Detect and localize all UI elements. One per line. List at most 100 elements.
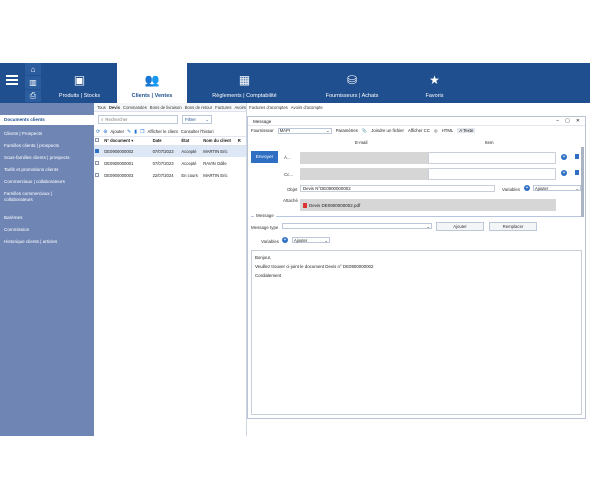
tab-devis[interactable]: Devis: [109, 105, 120, 110]
module-favoris[interactable]: ★ Favoris: [402, 63, 467, 103]
row-checkbox[interactable]: [94, 157, 103, 169]
column-header[interactable]: Date: [151, 137, 181, 146]
sidebar-item-baremes[interactable]: Barèmes: [0, 215, 94, 221]
body-variables-select[interactable]: Ajouter ⌄: [292, 237, 330, 243]
ajouter-button[interactable]: Ajouter: [436, 222, 484, 231]
tab-avoirs[interactable]: Avoirs: [234, 105, 246, 110]
add-icon[interactable]: ⊕: [103, 129, 107, 135]
cell-etat: Accepté: [181, 160, 197, 166]
print-icon[interactable]: ⎙: [25, 90, 41, 103]
sidebar-item-tarifs-promotions[interactable]: Tarifs et promotions clients: [0, 167, 94, 173]
objet-input[interactable]: Devis N°DE0900000002: [300, 185, 495, 192]
tab-tous[interactable]: Tous: [97, 105, 106, 110]
stats-icon[interactable]: ▥: [25, 76, 41, 90]
text-toggle[interactable]: A Texte: [457, 128, 476, 133]
scrollbar[interactable]: [581, 147, 584, 217]
add-button[interactable]: Ajouter: [110, 129, 124, 134]
sidebar-item-commerciaux[interactable]: Commerciaux | collaborateurs: [0, 179, 94, 185]
module-label: Règlements | Comptabilité: [212, 93, 277, 99]
column-header[interactable]: État: [180, 137, 203, 146]
row-checkbox[interactable]: [94, 169, 103, 181]
sidebar-item-clients-prospects[interactable]: Clients | Prospects: [0, 131, 94, 137]
tab-commandes[interactable]: Commandes: [123, 105, 147, 110]
add-recipient-icon[interactable]: +: [561, 154, 567, 160]
html-toggle[interactable]: HTML: [442, 128, 454, 133]
paperclip-icon: 📎: [361, 127, 368, 133]
sidebar-item-historique[interactable]: Historique clients | articles: [0, 239, 94, 245]
message-type-select[interactable]: ⌄: [282, 223, 432, 229]
trash-icon[interactable]: [575, 154, 579, 159]
module-clients-ventes[interactable]: 👥 Clients | Ventes: [117, 63, 187, 103]
body-line: Bonjour,: [255, 255, 272, 260]
to-item-field[interactable]: [428, 152, 556, 164]
send-button[interactable]: Envoyer: [251, 151, 278, 163]
parametres-button[interactable]: Paramètres: [336, 128, 358, 133]
message-body-editor[interactable]: Bonjour, Veuillez trouver ci-joint le do…: [251, 250, 582, 415]
edit-icon[interactable]: ✎: [127, 129, 131, 135]
cc-email-field[interactable]: [300, 168, 428, 180]
column-header[interactable]: R: [236, 137, 246, 146]
attach-file-button[interactable]: Joindre un fichier: [371, 128, 404, 133]
sidebar-item-documents-clients[interactable]: Documents clients: [0, 115, 94, 125]
hamburger-menu-icon[interactable]: [6, 75, 18, 87]
maximize-icon[interactable]: ▢: [565, 118, 570, 124]
consult-history-button[interactable]: Consulter l'histori: [181, 129, 214, 134]
show-cc-button[interactable]: Afficher CC: [408, 128, 430, 133]
attachment-file[interactable]: Devis DE0900000002.pdf: [309, 203, 360, 208]
variables-label: Variables: [502, 187, 520, 192]
sidebar-item-familles-commerciaux[interactable]: Familles commerciaux | collaborateurs: [0, 191, 64, 203]
column-header[interactable]: N° document ▾: [103, 137, 152, 146]
cc-item-field[interactable]: [428, 168, 556, 180]
close-icon[interactable]: ✕: [576, 118, 580, 124]
fournisseur-select[interactable]: MAPI ⌄: [277, 127, 332, 134]
sidebar-item-sous-familles-clients[interactable]: Sous-familles clients | prospects: [0, 155, 94, 161]
duplicate-icon[interactable]: ❐: [140, 129, 144, 135]
message-section-title: Message: [254, 213, 276, 218]
add-body-variable-icon[interactable]: +: [282, 237, 288, 243]
message-window-titlebar: Message – ▢ ✕: [248, 117, 585, 126]
tab-bons-retour[interactable]: Bons de retour: [185, 105, 212, 110]
remplacer-button[interactable]: Remplacer: [489, 222, 537, 231]
calculator-icon: ▦: [238, 73, 251, 87]
document-table: N° document ▾ Date État Nom du client R …: [94, 137, 246, 181]
table-row[interactable]: DE0900000002 07/07/2023 Accepté MARTIN E…: [94, 145, 246, 157]
refresh-icon[interactable]: ⟳: [96, 129, 100, 135]
sidebar-item-commission[interactable]: Commission: [0, 227, 94, 233]
globe-icon: ◎: [433, 127, 438, 133]
tab-factures[interactable]: Factures: [215, 105, 231, 110]
to-email-field[interactable]: [300, 152, 428, 164]
cell-client: RAVIN Odile: [203, 160, 227, 166]
search-input[interactable]: ⌕ Rechercher: [98, 115, 178, 124]
row-checkbox[interactable]: [94, 145, 104, 157]
cell-date: 07/07/2023: [151, 145, 181, 157]
filter-dropdown[interactable]: Filtrer ⌄: [182, 115, 212, 124]
sidebar-item-familles-clients[interactable]: Familles clients | prospects: [0, 143, 94, 149]
column-header[interactable]: Nom du client: [202, 137, 237, 146]
home-icon[interactable]: ⌂: [25, 63, 41, 77]
chevron-down-icon: ⌄: [205, 116, 209, 122]
add-cc-icon[interactable]: +: [561, 170, 567, 176]
delete-icon[interactable]: ▮: [134, 129, 137, 135]
module-label: Produits | Stocks: [58, 93, 101, 99]
body-variables-label: Variables: [261, 239, 279, 244]
minimize-icon[interactable]: –: [556, 118, 559, 124]
select-all-checkbox[interactable]: [94, 137, 104, 146]
to-label[interactable]: À...: [284, 155, 291, 160]
cell-client: MARTIN Eric: [202, 145, 237, 157]
top-navigation: ⌂ ▥ ⎙ ▣ Produits | Stocks 👥 Clients | Ve…: [0, 63, 590, 103]
tab-avoirs-acompte[interactable]: Avoirs d'acompte: [291, 105, 323, 110]
module-fournisseurs-achats[interactable]: ⛁ Fournisseurs | Achats: [302, 63, 402, 103]
table-row[interactable]: DE0900000003 22/07/2024 En cours MARTIN …: [94, 169, 246, 181]
variables-select[interactable]: Ajouter ⌄: [533, 185, 581, 191]
cc-label[interactable]: Cc...: [284, 172, 293, 177]
body-line: Cordialement: [255, 273, 282, 278]
module-reglements-comptabilite[interactable]: ▦ Règlements | Comptabilité: [187, 63, 302, 103]
trash-icon[interactable]: [575, 170, 579, 175]
tab-bons-livraison[interactable]: Bons de livraison: [150, 105, 182, 110]
quick-access-stack: ⌂ ▥ ⎙: [25, 63, 41, 103]
tab-factures-acomptes[interactable]: Factures d'acomptes: [249, 105, 288, 110]
module-produits-stocks[interactable]: ▣ Produits | Stocks: [42, 63, 117, 103]
table-row[interactable]: DE0900000001 07/07/2023 Accepté RAVIN Od…: [94, 157, 246, 169]
show-client-button[interactable]: Afficher le client: [147, 129, 177, 134]
add-variable-icon[interactable]: +: [524, 185, 530, 191]
